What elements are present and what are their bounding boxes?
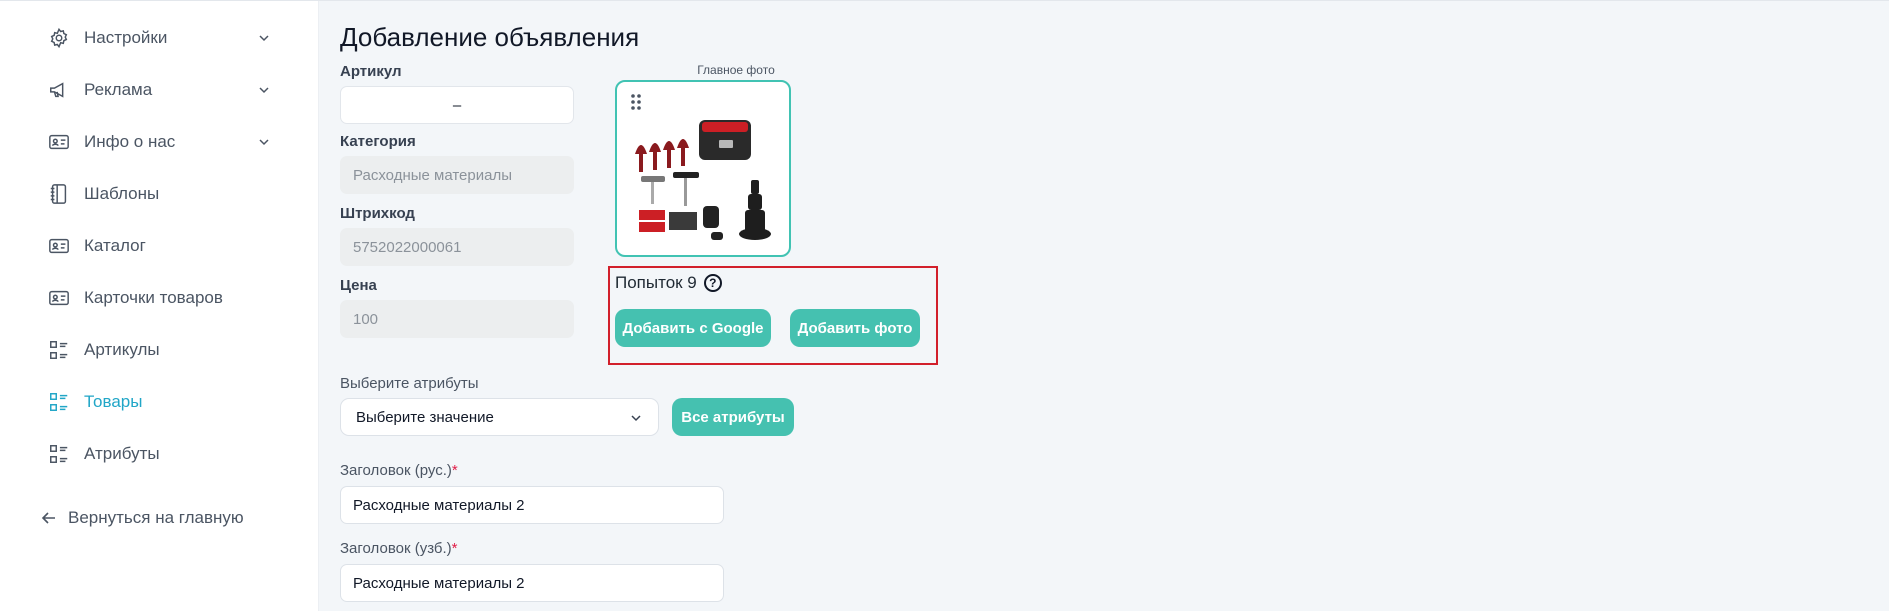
back-to-home-link[interactable]: Вернуться на главную [40, 508, 244, 528]
id-card-icon [46, 233, 72, 259]
product-photo [635, 120, 771, 240]
sidebar-item-products[interactable]: Товары [46, 387, 276, 417]
sidebar-item-about[interactable]: Инфо о нас [46, 127, 276, 157]
article-field[interactable]: – [340, 86, 574, 124]
sidebar-item-catalog[interactable]: Каталог [46, 231, 276, 261]
sidebar-item-label: Атрибуты [84, 444, 160, 463]
sidebar-item-label: Реклама [84, 80, 153, 99]
title-ru-input[interactable]: Расходные материалы 2 [340, 486, 724, 524]
attribute-select[interactable]: Выберите значение [340, 398, 659, 436]
sidebar-item-settings[interactable]: Настройки [46, 23, 276, 53]
id-card-icon [46, 285, 72, 311]
title-uz-label: Заголовок (узб.)* [340, 540, 458, 557]
sidebar-item-label: Настройки [84, 28, 168, 47]
id-card-icon [46, 129, 72, 155]
main-photo-caption: Главное фото [697, 63, 775, 77]
title-ru-label-text: Заголовок (рус.) [340, 462, 452, 479]
attempts-counter: Попыток 9 ? [615, 273, 722, 293]
barcode-label: Штрихкод [340, 205, 415, 222]
sidebar: Настройки Реклама Инфо о нас Шаблоны Кат… [0, 1, 319, 611]
title-uz-input[interactable]: Расходные материалы 2 [340, 564, 724, 602]
attempts-label: Попыток 9 [615, 273, 697, 292]
add-photo-button[interactable]: Добавить фото [790, 309, 920, 347]
add-from-google-button[interactable]: Добавить с Google [615, 309, 771, 347]
category-field[interactable]: Расходные материалы [340, 156, 574, 194]
list-icon [46, 337, 72, 363]
price-label: Цена [340, 277, 377, 294]
back-link-label: Вернуться на главную [68, 508, 244, 527]
main-content: Добавление объявления Артикул – Категори… [319, 1, 1889, 611]
category-label: Категория [340, 133, 416, 150]
sidebar-item-label: Товары [84, 392, 143, 411]
sidebar-item-product-cards[interactable]: Карточки товаров [46, 283, 276, 313]
list-icon [46, 441, 72, 467]
all-attributes-button[interactable]: Все атрибуты [672, 398, 794, 436]
sidebar-item-attributes[interactable]: Атрибуты [46, 439, 276, 469]
title-ru-label: Заголовок (рус.)* [340, 462, 458, 479]
arrow-left-icon [40, 509, 58, 527]
title-uz-label-text: Заголовок (узб.) [340, 540, 452, 557]
sidebar-item-label: Карточки товаров [84, 288, 223, 307]
sidebar-item-label: Артикулы [84, 340, 160, 359]
chevron-down-icon [258, 83, 270, 101]
chevron-down-icon [258, 31, 270, 49]
sidebar-item-templates[interactable]: Шаблоны [46, 179, 276, 209]
sidebar-item-label: Инфо о нас [84, 132, 176, 151]
barcode-field[interactable]: 5752022000061 [340, 228, 574, 266]
list-icon [46, 389, 72, 415]
required-marker: * [451, 540, 458, 557]
attribute-select-value: Выберите значение [356, 408, 494, 426]
chevron-down-icon [258, 135, 270, 153]
main-photo-card[interactable] [615, 80, 791, 257]
sidebar-item-label: Каталог [84, 236, 146, 255]
price-field[interactable]: 100 [340, 300, 574, 338]
notebook-icon [46, 181, 72, 207]
required-marker: * [451, 462, 458, 479]
page-title: Добавление объявления [340, 22, 640, 52]
article-label: Артикул [340, 63, 402, 80]
attributes-label: Выберите атрибуты [340, 375, 479, 392]
question-circle-icon[interactable]: ? [703, 274, 722, 292]
sidebar-item-articles[interactable]: Артикулы [46, 335, 276, 365]
gear-icon [46, 25, 72, 51]
sidebar-item-label: Шаблоны [84, 184, 160, 203]
megaphone-icon [46, 77, 72, 103]
chevron-down-icon [630, 411, 642, 428]
sidebar-item-ads[interactable]: Реклама [46, 75, 276, 105]
